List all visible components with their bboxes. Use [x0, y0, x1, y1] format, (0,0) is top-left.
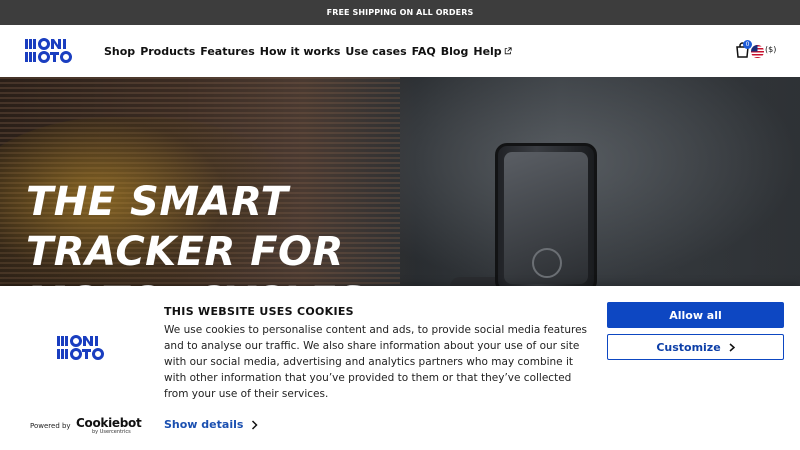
nav-products[interactable]: Products	[140, 45, 195, 58]
main-nav: Shop Products Features How it works Use …	[104, 25, 517, 77]
monimoto-logo[interactable]	[25, 38, 73, 64]
allow-all-button[interactable]: Allow all	[607, 302, 784, 328]
show-details-link[interactable]: Show details	[164, 418, 258, 431]
cookiebot-sub-label: by Usercentrics	[92, 429, 131, 435]
announcement-text: FREE SHIPPING ON ALL ORDERS	[326, 8, 474, 17]
us-flag-icon[interactable]	[751, 45, 764, 58]
tracker-face	[504, 152, 588, 284]
nav-blog[interactable]: Blog	[441, 45, 469, 58]
powered-by-label: Powered by	[30, 422, 71, 430]
cart-count-badge: 0	[743, 40, 752, 49]
hero-headline: THE SMART TRACKER FOR MOTORCYCLES	[26, 179, 365, 286]
tracker-device-image	[495, 143, 597, 286]
tracker-logo-icon	[532, 248, 562, 278]
currency-label[interactable]: ($)	[765, 45, 776, 54]
external-link-icon	[504, 47, 512, 55]
allow-all-label: Allow all	[669, 308, 722, 322]
nav-shop[interactable]: Shop	[104, 45, 135, 58]
site-header: Shop Products Features How it works Use …	[0, 25, 800, 77]
customize-button[interactable]: Customize	[607, 334, 784, 360]
nav-how-it-works[interactable]: How it works	[260, 45, 341, 58]
cookie-title: THIS WEBSITE USES COOKIES	[164, 305, 354, 318]
nav-help-label: Help	[473, 44, 502, 58]
announcement-bar: FREE SHIPPING ON ALL ORDERS	[0, 0, 800, 25]
hero-wall-background	[400, 77, 800, 286]
chevron-right-icon	[252, 419, 258, 430]
nav-help[interactable]: Help	[473, 44, 512, 58]
nav-use-cases[interactable]: Use cases	[345, 45, 406, 58]
cookiebot-logo[interactable]: Cookiebot	[76, 416, 142, 430]
monimoto-logo	[57, 335, 104, 360]
hero-banner: THE SMART TRACKER FOR MOTORCYCLES	[0, 77, 800, 286]
customize-label: Customize	[656, 340, 721, 354]
nav-features[interactable]: Features	[200, 45, 254, 58]
chevron-right-icon	[729, 342, 735, 352]
show-details-label: Show details	[164, 418, 244, 431]
cookie-body-text: We use cookies to personalise content an…	[164, 324, 587, 400]
nav-faq[interactable]: FAQ	[412, 45, 436, 58]
cookie-banner: Powered by Cookiebot by Usercentrics THI…	[0, 286, 800, 450]
